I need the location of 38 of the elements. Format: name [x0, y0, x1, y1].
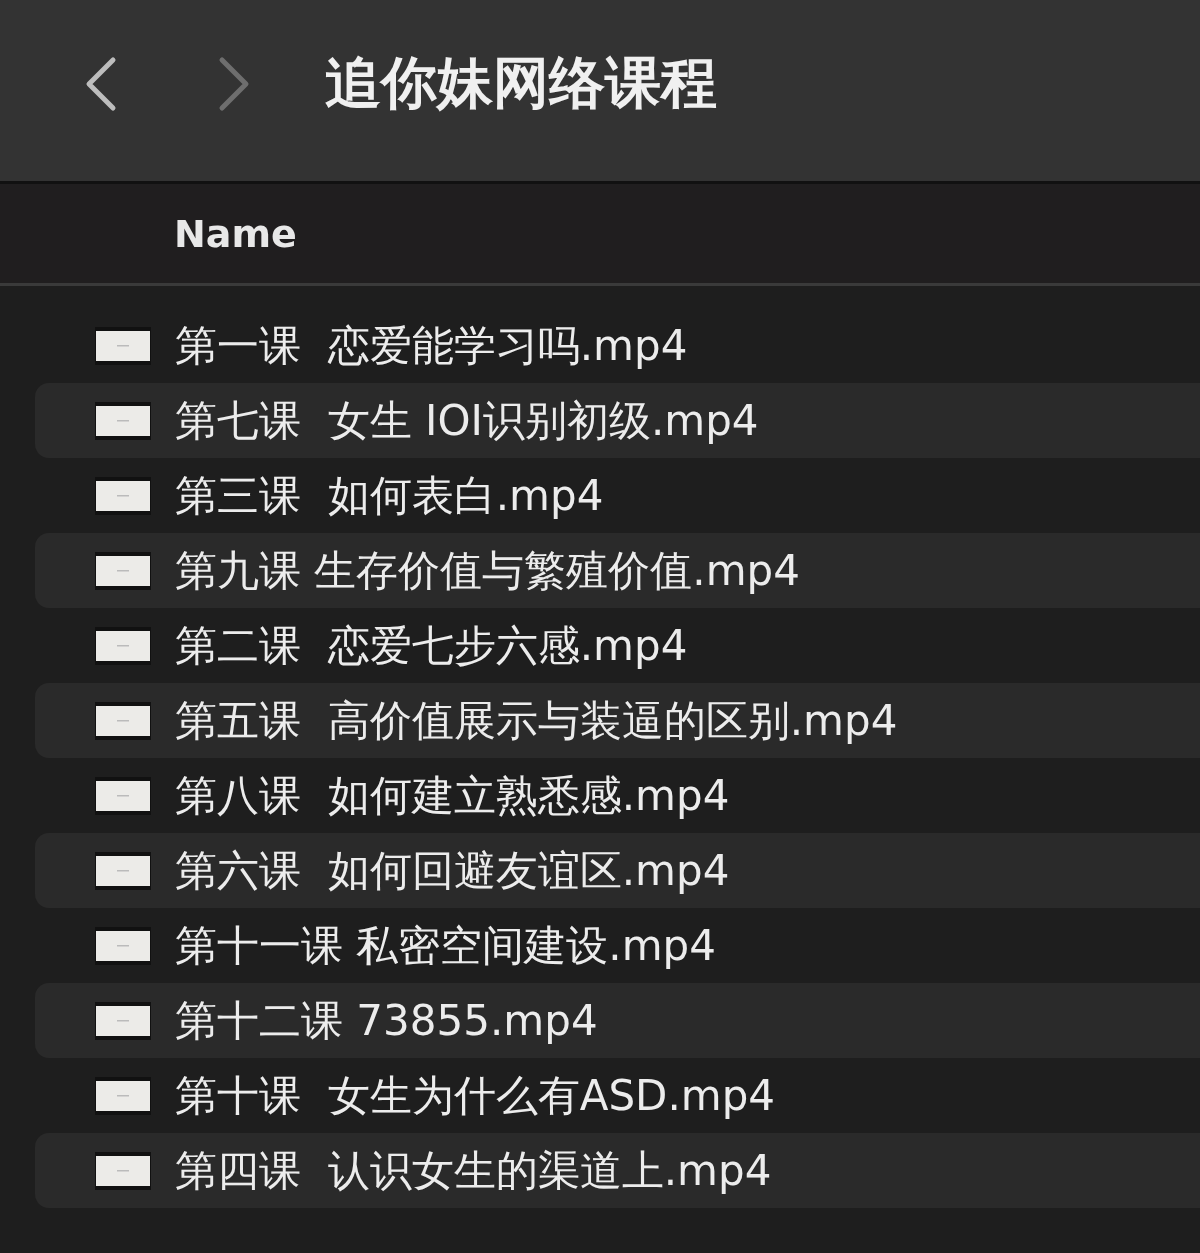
video-file-icon: [95, 626, 151, 665]
file-row[interactable]: 第四课 认识女生的渠道上.mp4: [35, 1133, 1200, 1208]
video-file-icon: [95, 926, 151, 965]
file-name: 第十二课 73855.mp4: [175, 994, 598, 1047]
video-file-icon: [95, 851, 151, 890]
file-name: 第六课 如何回避友谊区.mp4: [175, 844, 730, 897]
file-row[interactable]: 第十二课 73855.mp4: [35, 983, 1200, 1058]
file-row[interactable]: 第八课 如何建立熟悉感.mp4: [35, 758, 1200, 833]
video-file-icon: [95, 776, 151, 815]
file-name: 第七课 女生 IOI识别初级.mp4: [175, 394, 759, 447]
file-row[interactable]: 第七课 女生 IOI识别初级.mp4: [35, 383, 1200, 458]
file-name: 第十课 女生为什么有ASD.mp4: [175, 1069, 776, 1122]
file-row[interactable]: 第十一课 私密空间建设.mp4: [35, 908, 1200, 983]
file-row[interactable]: 第一课 恋爱能学习吗.mp4: [35, 308, 1200, 383]
file-row[interactable]: 第五课 高价值展示与装逼的区别.mp4: [35, 683, 1200, 758]
file-row[interactable]: 第六课 如何回避友谊区.mp4: [35, 833, 1200, 908]
video-file-icon: [95, 476, 151, 515]
file-name: 第二课 恋爱七步六感.mp4: [175, 619, 688, 672]
file-name: 第九课 生存价值与繁殖价值.mp4: [175, 544, 800, 597]
file-name: 第八课 如何建立熟悉感.mp4: [175, 769, 730, 822]
video-file-icon: [95, 401, 151, 440]
file-name: 第四课 认识女生的渠道上.mp4: [175, 1144, 772, 1197]
file-name: 第五课 高价值展示与装逼的区别.mp4: [175, 694, 898, 747]
file-row[interactable]: 第三课 如何表白.mp4: [35, 458, 1200, 533]
file-row[interactable]: 第九课 生存价值与繁殖价值.mp4: [35, 533, 1200, 608]
video-file-icon: [95, 701, 151, 740]
file-row[interactable]: 第二课 恋爱七步六感.mp4: [35, 608, 1200, 683]
video-file-icon: [95, 551, 151, 590]
column-header[interactable]: Name: [174, 211, 297, 256]
file-name: 第十一课 私密空间建设.mp4: [175, 919, 716, 972]
video-file-icon: [95, 1076, 151, 1115]
video-file-icon: [95, 1151, 151, 1190]
file-row[interactable]: 第十课 女生为什么有ASD.mp4: [35, 1058, 1200, 1133]
file-name: 第一课 恋爱能学习吗.mp4: [175, 319, 688, 372]
video-file-icon: [95, 1001, 151, 1040]
window-title: 追你妹网络课程: [325, 48, 717, 117]
video-file-icon: [95, 326, 151, 365]
file-name: 第三课 如何表白.mp4: [175, 469, 604, 522]
